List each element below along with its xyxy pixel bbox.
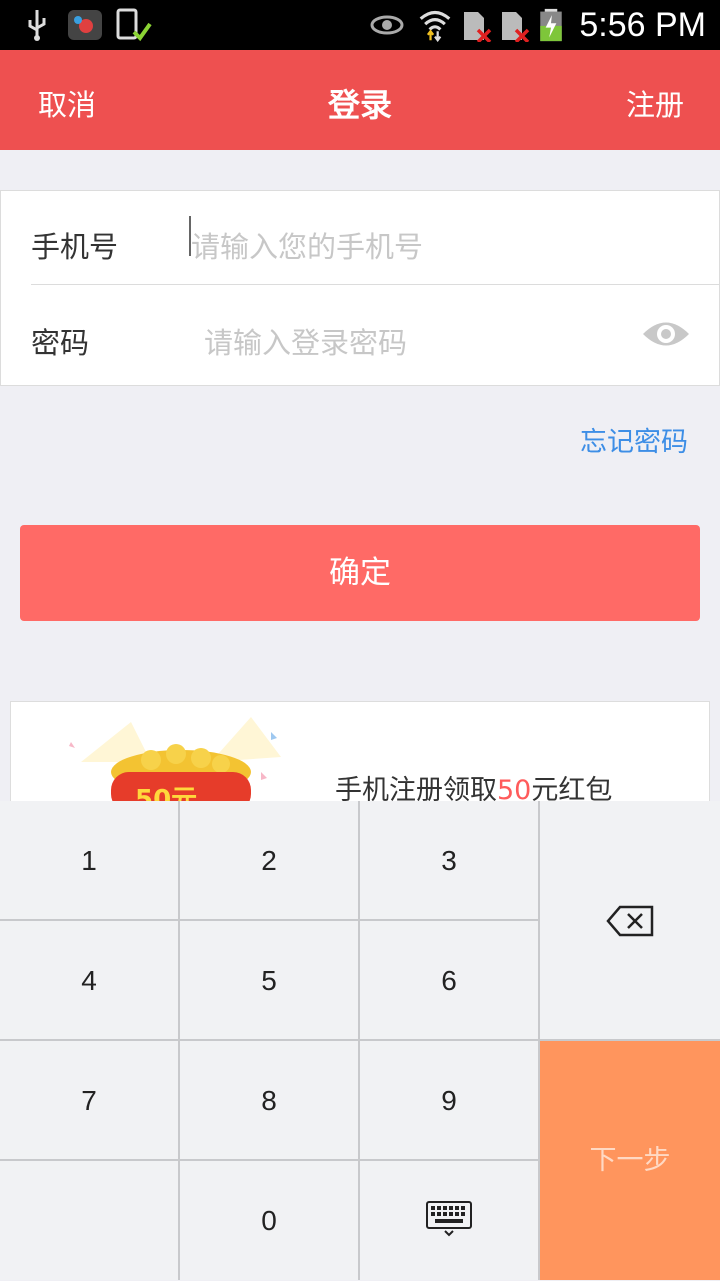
phone-row[interactable]: 手机号 请输入您的手机号	[1, 191, 719, 287]
sim2-no-signal-icon	[502, 12, 530, 42]
show-password-eye-icon[interactable]	[641, 317, 691, 351]
keyboard-divider	[0, 1039, 720, 1041]
key-blank	[0, 1161, 178, 1280]
battery-charging-icon	[540, 8, 562, 42]
password-row[interactable]: 密码 请输入登录密码	[1, 287, 719, 383]
backspace-icon	[606, 905, 654, 937]
wifi-icon	[419, 10, 451, 42]
page-title: 登录	[327, 86, 392, 124]
nav-bar: 取消 登录 注册	[0, 50, 720, 150]
eye-comfort-icon	[370, 15, 404, 35]
key-4[interactable]: 4	[0, 921, 178, 1039]
keyboard-divider	[538, 801, 540, 1280]
key-6[interactable]: 6	[360, 921, 538, 1039]
keyboard-divider	[178, 801, 180, 1280]
key-7[interactable]: 7	[0, 1041, 178, 1159]
promo-text-after: 元红包	[531, 775, 613, 803]
promo-amount: 50	[497, 775, 532, 803]
key-8[interactable]: 8	[180, 1041, 358, 1159]
keyboard-divider	[0, 1159, 540, 1161]
promo-text: 手机注册领取50元红包	[335, 768, 613, 803]
next-step-button[interactable]: 下一步	[540, 1041, 720, 1280]
key-9[interactable]: 9	[360, 1041, 538, 1159]
delete-key[interactable]	[540, 801, 720, 1039]
key-5[interactable]: 5	[180, 921, 358, 1039]
keyboard-divider	[0, 919, 540, 921]
phone-input[interactable]: 请输入您的手机号	[191, 224, 423, 266]
login-form: 手机号 请输入您的手机号 密码 请输入登录密码	[0, 190, 720, 386]
sim1-no-signal-icon	[464, 12, 492, 42]
password-label: 密码	[31, 326, 90, 360]
key-1[interactable]: 1	[0, 801, 178, 919]
key-0[interactable]: 0	[180, 1161, 358, 1280]
password-input[interactable]: 请输入登录密码	[204, 320, 407, 362]
numeric-keyboard: 1 2 3 4 5 6 7 8 9 0 下一步	[0, 801, 720, 1280]
form-divider	[31, 284, 719, 285]
phone-label: 手机号	[31, 230, 119, 264]
hide-keyboard-key[interactable]	[360, 1161, 538, 1280]
register-button[interactable]: 注册	[626, 82, 684, 124]
promo-text-before: 手机注册领取	[335, 775, 497, 803]
register-promo-banner[interactable]: 50元 手机注册领取50元红包	[10, 701, 710, 803]
usb-icon	[28, 10, 46, 41]
forgot-password-link[interactable]: 忘记密码	[580, 420, 688, 459]
status-bar: 5:56 PM	[0, 0, 720, 50]
key-2[interactable]: 2	[180, 801, 358, 919]
key-3[interactable]: 3	[360, 801, 538, 919]
status-time: 5:56 PM	[579, 6, 706, 44]
device-check-icon	[116, 8, 152, 42]
confirm-button[interactable]: 确定	[20, 525, 700, 621]
keyboard-divider	[358, 801, 360, 1280]
keyboard-hide-icon	[426, 1201, 472, 1237]
app-notification-icon	[68, 10, 102, 40]
